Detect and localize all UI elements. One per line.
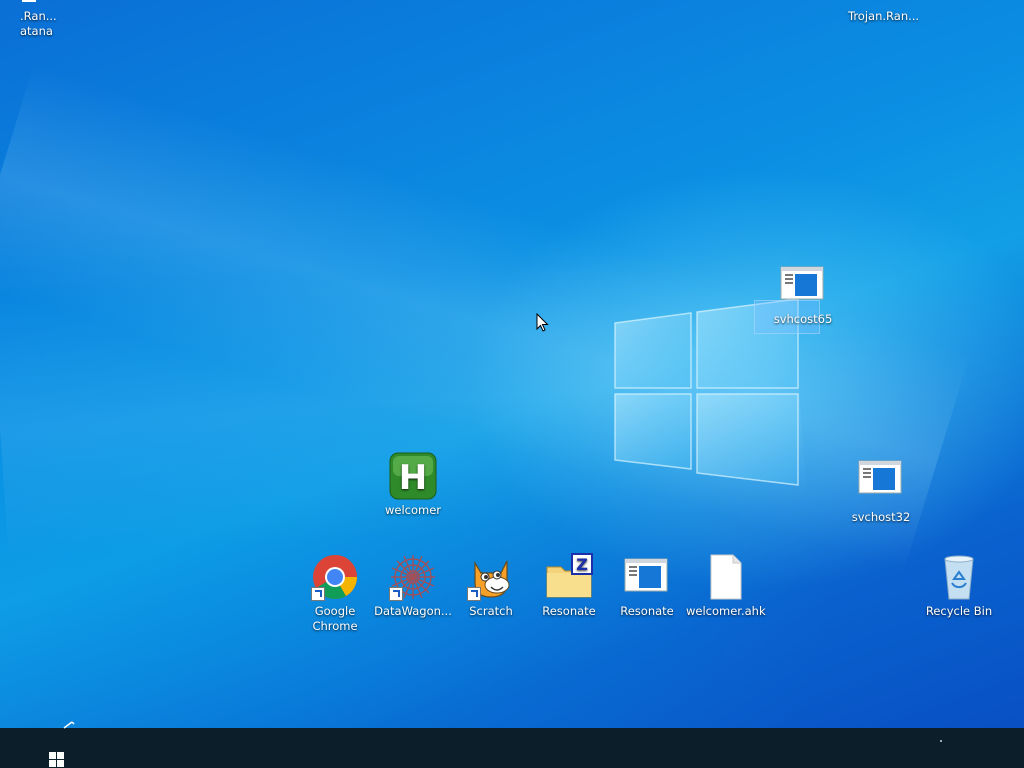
desktop-icon-scratch[interactable]: Scratch (452, 553, 530, 619)
desktop-icon-recycle-bin[interactable]: Recycle Bin (920, 553, 998, 619)
shortcut-arrow-icon (311, 587, 325, 601)
file-icon (22, 0, 36, 2)
desktop-icon-datawagon[interactable]: DataWagon... (374, 553, 452, 619)
shortcut-arrow-icon (389, 587, 403, 601)
chrome-icon (311, 553, 359, 601)
desktop-icon-google-chrome[interactable]: Google Chrome (296, 553, 374, 634)
tray-indicator (940, 740, 942, 742)
desktop-icon-welcomer-ahk[interactable]: welcomer.ahk (686, 553, 766, 619)
desktop-icon-label: Resonate (542, 604, 596, 618)
desktop-icon-label: Resonate (620, 604, 674, 618)
desktop-icon-label: Scratch (469, 604, 513, 618)
desktop-icon-label: .Ran... (20, 9, 57, 23)
folder-z-icon: Z (545, 553, 593, 601)
application-window-icon (857, 459, 905, 507)
svg-text:Z: Z (576, 555, 588, 574)
desktop-icon-label: Trojan.Ran... (848, 9, 920, 23)
desktop-icon-label: Google Chrome (312, 604, 358, 633)
desktop-icon-label: welcomer.ahk (686, 604, 766, 618)
taskbar[interactable] (0, 721, 1024, 768)
blank-file-icon (701, 553, 749, 601)
autohotkey-h-icon: H (389, 452, 437, 500)
windows-start-icon[interactable] (44, 748, 72, 768)
desktop-icon-label: svchost32 (851, 510, 911, 524)
desktop-icon-label: svhcost65 (773, 312, 833, 326)
desktop-icon-label: DataWagon... (374, 604, 452, 618)
desktop-icon-svhcost65[interactable]: svhcost65 (764, 261, 842, 327)
datawagon-icon (389, 553, 437, 601)
desktop-icon-resonate-app[interactable]: Resonate (608, 553, 686, 619)
tray-partial-icon (63, 721, 75, 729)
desktop-icon-welcomer[interactable]: H welcomer (374, 452, 452, 518)
recycle-bin-icon (935, 553, 983, 601)
desktop-icon-label: Recycle Bin (925, 604, 993, 618)
desktop[interactable]: .Ran... atana Trojan.Ran... svhcost65 H (0, 0, 1024, 728)
application-window-icon (779, 261, 827, 309)
mouse-cursor-icon (536, 313, 549, 332)
desktop-icon-clipped-topleft[interactable]: .Ran... atana (0, 0, 60, 40)
desktop-icon-resonate-folder[interactable]: Z Resonate (530, 553, 608, 619)
desktop-icon-trojan[interactable]: Trojan.Ran... (842, 0, 922, 28)
application-window-icon (623, 553, 671, 601)
svg-text:H: H (399, 458, 427, 498)
desktop-icon-label: welcomer (384, 503, 442, 517)
shortcut-arrow-icon (467, 587, 481, 601)
scratch-cat-icon (467, 553, 515, 601)
desktop-icon-svchost32[interactable]: svchost32 (842, 459, 920, 525)
desktop-icon-label: atana (20, 24, 53, 38)
